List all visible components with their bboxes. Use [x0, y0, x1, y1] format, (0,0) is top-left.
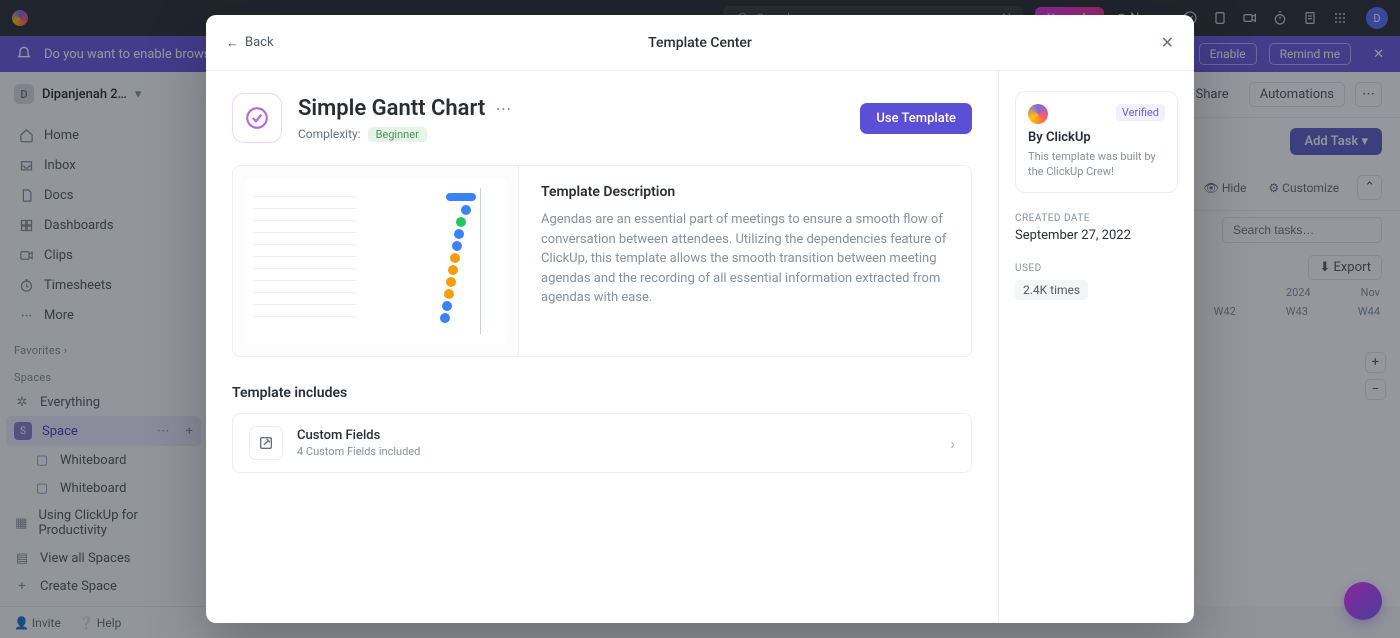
author-card: Verified By ClickUp This template was bu… — [1015, 91, 1178, 193]
clickup-logo-icon — [1028, 104, 1048, 124]
complexity-badge: Beginner — [368, 127, 427, 142]
includes-heading: Template includes — [232, 385, 972, 401]
verified-badge: Verified — [1116, 104, 1165, 121]
complexity-label: Complexity: — [298, 127, 361, 141]
author-description: This template was built by the ClickUp C… — [1028, 149, 1165, 180]
back-button[interactable]: ← Back — [226, 35, 274, 51]
more-dots-icon[interactable]: ⋯ — [495, 99, 511, 118]
include-subtitle: 4 Custom Fields included — [297, 445, 936, 458]
close-button[interactable]: ✕ — [1161, 33, 1174, 52]
chevron-right-icon: › — [950, 434, 955, 453]
include-title: Custom Fields — [297, 428, 936, 443]
arrow-left-icon: ← — [226, 35, 239, 51]
modal-title: Template Center — [648, 35, 752, 51]
description-heading: Template Description — [541, 184, 949, 200]
custom-fields-icon — [249, 426, 283, 460]
author-name: By ClickUp — [1028, 130, 1165, 145]
created-date-label: CREATED DATE — [1015, 213, 1178, 224]
template-center-modal: ← Back Template Center ✕ Simple Gantt Ch… — [206, 15, 1194, 623]
used-label: USED — [1015, 263, 1178, 274]
template-preview-thumbnail — [233, 166, 519, 356]
modal-overlay: ← Back Template Center ✕ Simple Gantt Ch… — [0, 0, 1400, 638]
template-name: Simple Gantt Chart — [298, 96, 485, 121]
description-body: Agendas are an essential part of meeting… — [541, 210, 949, 308]
used-count: 2.4K times — [1015, 280, 1088, 300]
created-date-value: September 27, 2022 — [1015, 228, 1178, 243]
template-icon — [232, 93, 282, 143]
include-item-custom-fields[interactable]: Custom Fields 4 Custom Fields included › — [232, 413, 972, 473]
use-template-button[interactable]: Use Template — [860, 103, 972, 134]
